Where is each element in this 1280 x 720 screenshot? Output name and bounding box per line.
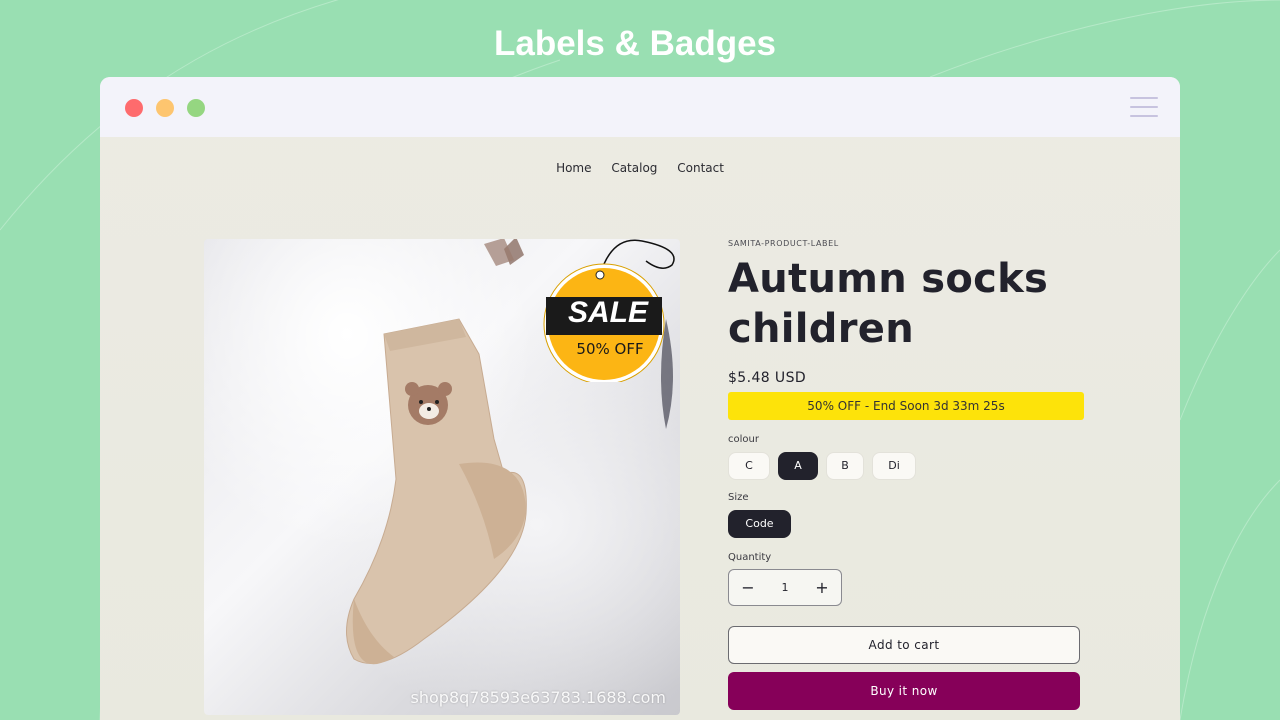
colour-option-di[interactable]: Di xyxy=(872,452,916,480)
nav-link-home[interactable]: Home xyxy=(556,161,591,175)
sale-badge-title: SALE xyxy=(567,296,648,329)
product-price: $5.48 USD xyxy=(728,370,807,386)
colour-option-b[interactable]: B xyxy=(826,452,864,480)
page-headline: Labels & Badges xyxy=(493,24,777,63)
image-watermark: shop8q78593e63783.1688.com xyxy=(410,688,666,707)
size-option-code[interactable]: Code xyxy=(728,510,791,538)
product-info: SAMITA-PRODUCT-LABEL Autumn socks childr… xyxy=(728,239,1088,710)
menu-icon[interactable] xyxy=(1130,97,1158,117)
quantity-decrease-button[interactable]: − xyxy=(741,578,755,597)
nav-link-catalog[interactable]: Catalog xyxy=(611,161,657,175)
product-title: Autumn socks children xyxy=(728,256,1049,352)
browser-window: Home Catalog Contact shop8q78593e63783.1… xyxy=(100,77,1180,720)
close-window-dot[interactable] xyxy=(125,99,143,117)
quantity-stepper: − 1 + xyxy=(728,569,842,606)
colour-label: colour xyxy=(728,434,759,445)
colour-option-c[interactable]: C xyxy=(728,452,770,480)
countdown-bar: 50% OFF - End Soon 3d 33m 25s xyxy=(728,392,1084,420)
sale-badge-subtitle: 50% OFF xyxy=(576,340,644,358)
quantity-label: Quantity xyxy=(728,552,772,563)
quantity-increase-button[interactable]: + xyxy=(815,578,829,597)
store-nav: Home Catalog Contact xyxy=(100,161,1180,175)
colour-options: C A B Di xyxy=(728,452,1088,480)
buy-now-button[interactable]: Buy it now xyxy=(728,672,1080,710)
minimize-window-dot[interactable] xyxy=(156,99,174,117)
colour-option-a[interactable]: A xyxy=(778,452,818,480)
size-label: Size xyxy=(728,492,749,503)
nav-link-contact[interactable]: Contact xyxy=(677,161,724,175)
quantity-value[interactable]: 1 xyxy=(782,581,789,594)
maximize-window-dot[interactable] xyxy=(187,99,205,117)
product-vendor: SAMITA-PRODUCT-LABEL xyxy=(728,239,839,248)
window-titlebar xyxy=(100,77,1180,137)
add-to-cart-button[interactable]: Add to cart xyxy=(728,626,1080,664)
